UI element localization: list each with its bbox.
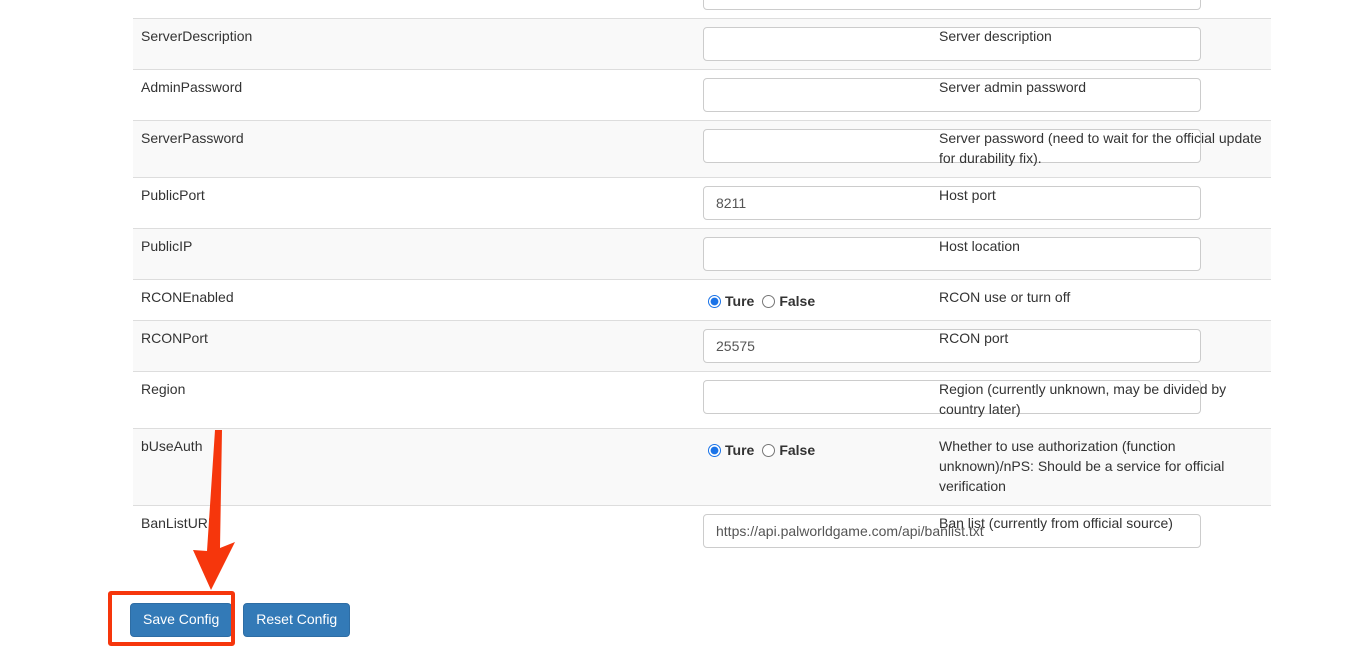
radio-label: Ture: [725, 441, 754, 461]
config-table-body: ServerNameServer nameServerDescriptionSe…: [133, 0, 1271, 556]
config-key-label: AdminPassword: [133, 70, 415, 121]
table-row: AdminPassword Server admin password: [133, 70, 1271, 121]
radio-label: False: [779, 292, 815, 312]
radio-group-rconenabled: Ture False: [708, 288, 923, 312]
radio-option-ture[interactable]: Ture: [708, 441, 754, 461]
table-row: BanListURL Ban list (currently from offic…: [133, 505, 1271, 556]
reset-config-button[interactable]: Reset Config: [243, 603, 350, 637]
config-key-label: RCONPort: [133, 320, 415, 371]
config-description: Ban list (currently from official source…: [931, 505, 1271, 556]
config-page: ServerNameServer nameServerDescriptionSe…: [0, 0, 1359, 653]
config-description: Server name: [931, 0, 1271, 19]
config-value-cell: Ture False: [415, 428, 931, 505]
config-key-label: Region: [133, 371, 415, 428]
radio-option-false[interactable]: False: [762, 292, 815, 312]
table-row: PublicPort Host port: [133, 177, 1271, 228]
config-description: Server description: [931, 19, 1271, 70]
config-value-cell: [415, 505, 931, 556]
config-value-cell: [415, 371, 931, 428]
table-row: Region Region (currently unknown, may be …: [133, 371, 1271, 428]
table-row: PublicIP Host location: [133, 228, 1271, 279]
config-key-label: BanListURL: [133, 505, 415, 556]
table-row: ServerDescription Server description: [133, 19, 1271, 70]
config-value-cell: [415, 228, 931, 279]
radio-input-false[interactable]: [762, 444, 775, 457]
config-value-cell: [415, 121, 931, 178]
config-key-label: PublicIP: [133, 228, 415, 279]
config-key-label: ServerPassword: [133, 121, 415, 178]
config-description: Whether to use authorization (function u…: [931, 428, 1271, 505]
radio-input-false[interactable]: [762, 295, 775, 308]
config-value-cell: [415, 70, 931, 121]
config-description: Server password (need to wait for the of…: [931, 121, 1271, 178]
radio-label: False: [779, 441, 815, 461]
config-key-label: bUseAuth: [133, 428, 415, 505]
config-value-cell: [415, 177, 931, 228]
radio-option-false[interactable]: False: [762, 441, 815, 461]
config-value-cell: [415, 0, 931, 19]
config-value-cell: [415, 320, 931, 371]
radio-label: Ture: [725, 292, 754, 312]
config-description: Server admin password: [931, 70, 1271, 121]
form-action-bar: Save Config Reset Config: [130, 603, 350, 637]
save-config-button[interactable]: Save Config: [130, 603, 232, 637]
config-description: RCON use or turn off: [931, 279, 1271, 320]
table-row: RCONPort RCON port: [133, 320, 1271, 371]
config-description: Region (currently unknown, may be divide…: [931, 371, 1271, 428]
radio-input-ture[interactable]: [708, 295, 721, 308]
radio-input-ture[interactable]: [708, 444, 721, 457]
table-row: RCONEnabled Ture False RCON use or turn off: [133, 279, 1271, 320]
server-config-table: ServerNameServer nameServerDescriptionSe…: [133, 0, 1271, 556]
table-row: ServerPassword Server password (need to w…: [133, 121, 1271, 178]
config-key-label: RCONEnabled: [133, 279, 415, 320]
config-value-cell: Ture False: [415, 279, 931, 320]
config-description: Host port: [931, 177, 1271, 228]
radio-group-buseauth: Ture False: [708, 437, 923, 461]
config-value-cell: [415, 19, 931, 70]
config-description: RCON port: [931, 320, 1271, 371]
radio-option-ture[interactable]: Ture: [708, 292, 754, 312]
config-key-label: ServerDescription: [133, 19, 415, 70]
config-key-label: PublicPort: [133, 177, 415, 228]
table-row: ServerName Server name: [133, 0, 1271, 19]
config-description: Host location: [931, 228, 1271, 279]
table-row: bUseAuth Ture False Whether to use authoriz…: [133, 428, 1271, 505]
config-key-label: ServerName: [133, 0, 415, 19]
